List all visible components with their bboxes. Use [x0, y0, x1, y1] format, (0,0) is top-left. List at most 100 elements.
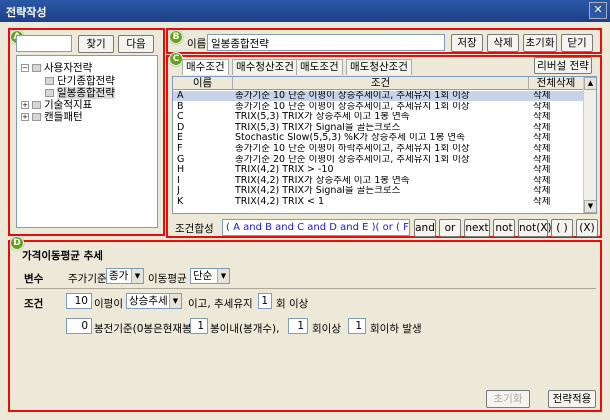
bars-before-input[interactable]: 0: [66, 318, 92, 334]
table-row[interactable]: E Stochastic Slow(5,5,3) %K가 상승추세 이고 1봉 연…: [173, 133, 584, 143]
combine-op-button[interactable]: next: [464, 219, 490, 237]
expand-toggle-icon[interactable]: +: [21, 101, 29, 109]
delete-button[interactable]: 삭제: [487, 34, 519, 52]
table-row[interactable]: H TRIX(4,2) TRIX > -10 삭제: [173, 165, 584, 175]
ma-type-select[interactable]: 단순 ▼: [190, 268, 230, 284]
price-base-select[interactable]: 종가 ▼: [106, 268, 144, 284]
table-row[interactable]: D TRIX(5,3) TRIX가 Signal을 골든크로스 삭제: [173, 123, 584, 133]
condition-label: 조건: [24, 298, 44, 310]
combine-expression-field[interactable]: ( A and B and C and D and E )( or ( F an…: [222, 219, 410, 236]
tree-item-candle[interactable]: + 캔들패턴: [21, 111, 83, 123]
tab-buy-exit[interactable]: 매수청산조건: [232, 59, 298, 75]
save-button[interactable]: 저장: [451, 34, 483, 52]
row-name-cell: J: [177, 186, 180, 197]
row-delete-cell[interactable]: 삭제: [533, 197, 583, 207]
close-button[interactable]: 닫기: [561, 34, 593, 52]
row-delete-cell[interactable]: 삭제: [533, 91, 583, 101]
max-occur-input[interactable]: 1: [348, 318, 366, 334]
row-delete-cell[interactable]: 삭제: [533, 155, 583, 165]
collapse-toggle-icon[interactable]: −: [21, 64, 29, 72]
apply-strategy-button[interactable]: 전략적용: [548, 390, 596, 408]
tree-item-label: 사용자전략: [44, 62, 93, 74]
variable-label: 변수: [24, 273, 44, 285]
find-next-button[interactable]: 다음: [118, 35, 154, 53]
expand-toggle-icon[interactable]: +: [21, 113, 29, 121]
table-row[interactable]: G 종가기준 20 단순 이평이 상승추세이고, 추세유지 1회 이상 삭제: [173, 155, 584, 165]
tree-item-short-term[interactable]: 단기종합전략: [45, 75, 115, 87]
max-occur-label: 회이하 발생: [370, 323, 422, 335]
row-delete-cell[interactable]: 삭제: [533, 133, 583, 143]
close-window-button[interactable]: ✕: [589, 2, 607, 19]
tab-sell[interactable]: 매도조건: [296, 59, 343, 75]
condition-grid[interactable]: 이름 조건 전체삭제 A 종가기준 10 단순 이평이 상승추세이고, 추세유지 …: [172, 76, 597, 214]
tree-search-input[interactable]: [16, 35, 72, 52]
tree-item-user-strategy[interactable]: − 사용자전략: [21, 62, 92, 74]
grid-scrollbar[interactable]: ▲ ▼: [583, 77, 596, 213]
row-name-cell: H: [177, 165, 185, 176]
bars-basis-label: 봉전기준(0봉은현재봉): [94, 323, 196, 335]
section-b-badge: B: [169, 30, 183, 44]
strategy-tree[interactable]: − 사용자전략 단기종합전략 일봉종합전략 + 기술적지표 + 캔들패턴: [16, 55, 158, 228]
row-condition-cell: TRIX(5,3) TRIX가 Signal을 골든크로스: [235, 122, 401, 133]
ma-type-label: 이동평균: [148, 273, 187, 285]
strategy-name-input[interactable]: 일봉종합전략: [207, 34, 445, 51]
tab-buy[interactable]: 매수조건: [182, 59, 229, 75]
min-occur-input[interactable]: 1: [288, 318, 308, 334]
row-name-cell: A: [177, 91, 184, 101]
grid-header: 이름 조건 전체삭제: [173, 77, 584, 90]
table-row[interactable]: J TRIX(4,2) TRIX가 Signal을 골든크로스 삭제: [173, 186, 584, 196]
table-row[interactable]: I TRIX(4,2) TRIX가 상승추세 이고 1봉 연속 삭제: [173, 176, 584, 186]
condition-tabs: 매수조건 매수청산조건 매도조건 매도청산조건: [172, 59, 592, 75]
table-row[interactable]: F 종가기준 10 단순 이평이 하락추세이고, 추세유지 1회 이상 삭제: [173, 144, 584, 154]
tree-item-label: 기술적지표: [44, 99, 93, 111]
tree-item-daily[interactable]: 일봉종합전략: [45, 87, 115, 99]
col-header-delete-all[interactable]: 전체삭제: [529, 77, 584, 90]
bars-within-input[interactable]: 1: [190, 318, 208, 334]
table-row[interactable]: B 종가기준 10 단순 이평이 상승추세이고, 추세유지 1회 이상 삭제: [173, 102, 584, 112]
row-delete-cell[interactable]: 삭제: [533, 165, 583, 175]
table-row[interactable]: K TRIX(4,2) TRIX < 1 삭제: [173, 197, 584, 207]
tree-item-technical[interactable]: + 기술적지표: [21, 99, 92, 111]
folder-icon: [32, 101, 41, 109]
reversal-strategy-button[interactable]: 리버설 전략: [534, 57, 592, 74]
trend-select[interactable]: 상승추세 ▼: [126, 293, 182, 309]
combine-op-button[interactable]: or: [439, 219, 461, 237]
combine-op-button[interactable]: not(X): [518, 219, 552, 237]
document-icon: [45, 89, 54, 97]
row-delete-cell[interactable]: 삭제: [533, 102, 583, 112]
document-icon: [45, 77, 54, 85]
combine-op-button[interactable]: ( ): [551, 219, 573, 237]
row-condition-cell: 종가기준 20 단순 이평이 상승추세이고, 추세유지 1회 이상: [235, 154, 470, 165]
table-row[interactable]: A 종가기준 10 단순 이평이 상승추세이고, 추세유지 1회 이상 삭제: [173, 91, 584, 101]
row-condition-cell: Stochastic Slow(5,5,3) %K가 상승추세 이고 1봉 연속: [235, 133, 465, 144]
tree-item-label: 일봉종합전략: [57, 87, 115, 99]
indicator-reset-button[interactable]: 초기화: [486, 390, 530, 408]
combine-op-button[interactable]: not: [493, 219, 515, 237]
row-name-cell: E: [177, 133, 184, 144]
row-delete-cell[interactable]: 삭제: [533, 144, 583, 154]
period-input[interactable]: 10: [66, 293, 92, 309]
scroll-up-icon[interactable]: ▲: [584, 77, 596, 90]
row-delete-cell[interactable]: 삭제: [533, 186, 583, 196]
col-header-name: 이름: [173, 77, 233, 90]
row-name-cell: C: [177, 112, 184, 123]
row-delete-cell[interactable]: 삭제: [533, 123, 583, 133]
combine-op-button[interactable]: (X): [576, 219, 598, 237]
scroll-down-icon[interactable]: ▼: [584, 200, 596, 213]
row-name-cell: B: [177, 101, 184, 112]
combine-label: 조건합성: [175, 223, 214, 235]
find-button[interactable]: 찾기: [78, 35, 114, 53]
table-row[interactable]: C TRIX(5,3) TRIX가 상승추세 이고 1봉 연속 삭제: [173, 112, 584, 122]
dropdown-arrow-icon: ▼: [169, 294, 181, 308]
reset-button[interactable]: 초기화: [523, 34, 557, 52]
dropdown-arrow-icon: ▼: [217, 269, 229, 283]
min-occur-label: 회이상: [312, 323, 341, 335]
row-delete-cell[interactable]: 삭제: [533, 176, 583, 186]
keep-count-input[interactable]: 1: [258, 293, 272, 309]
tab-sell-exit[interactable]: 매도청산조건: [346, 59, 412, 75]
row-delete-cell[interactable]: 삭제: [533, 112, 583, 122]
indicator-title: 가격이동평균 추세: [22, 250, 103, 262]
row-name-cell: K: [177, 197, 184, 207]
divider: [16, 288, 596, 289]
combine-op-button[interactable]: and: [414, 219, 436, 237]
